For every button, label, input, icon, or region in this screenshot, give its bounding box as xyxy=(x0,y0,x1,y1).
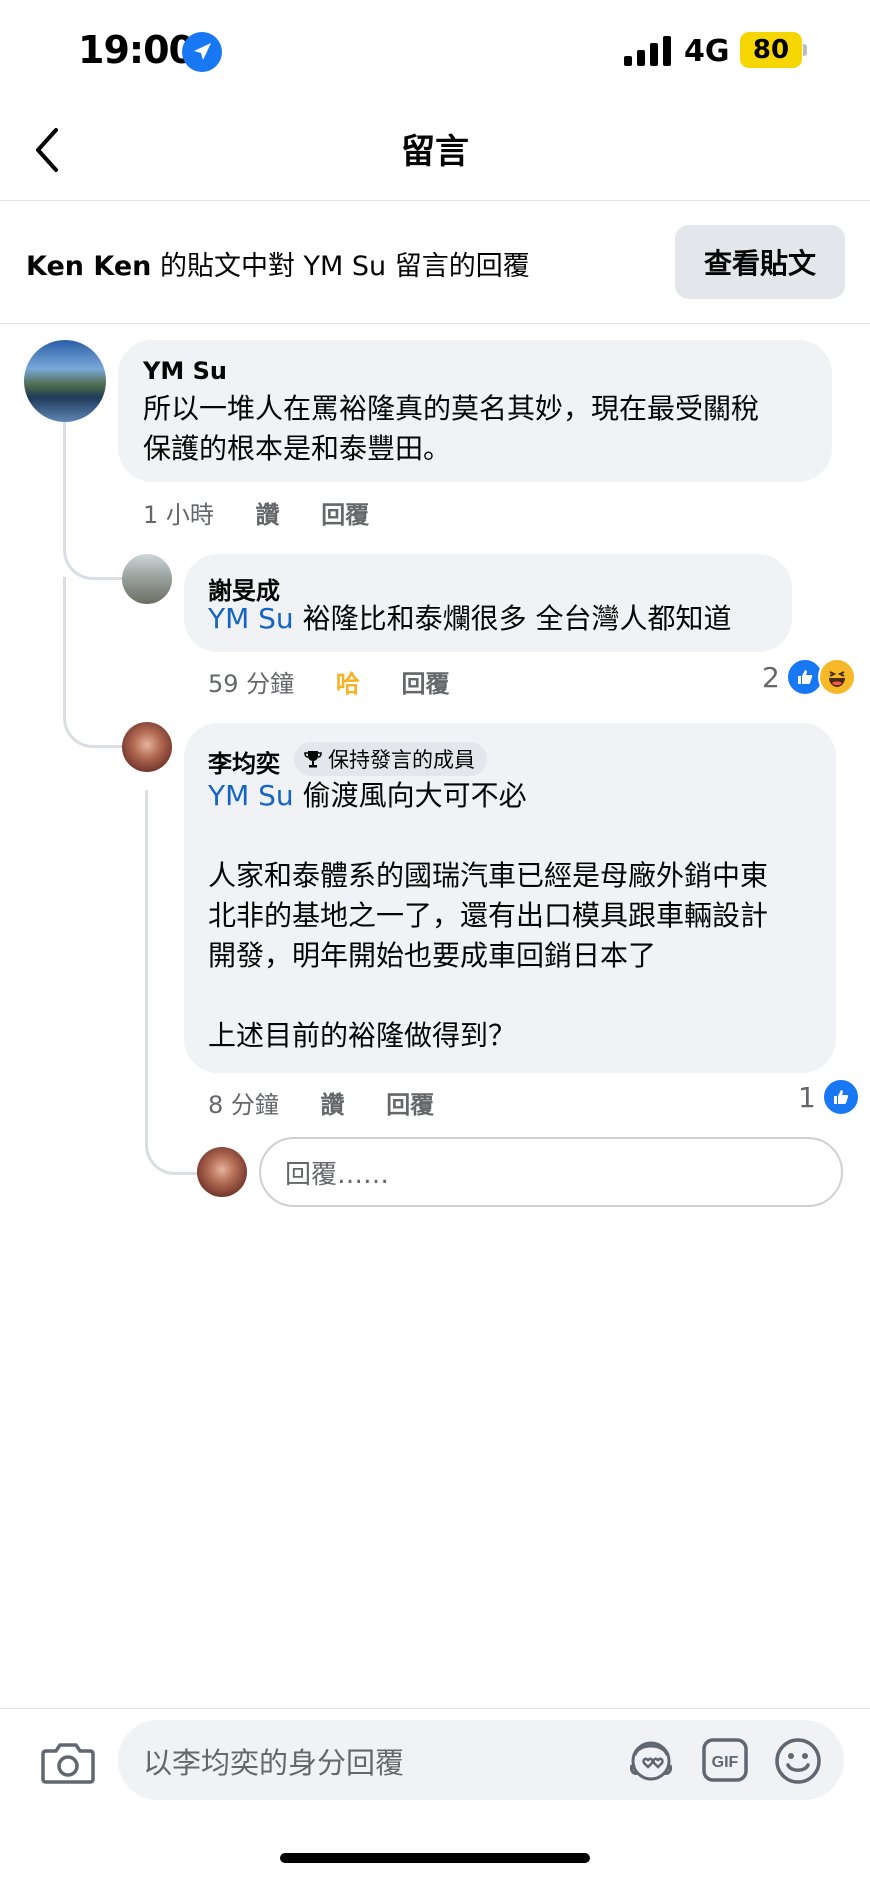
home-indicator xyxy=(280,1853,590,1863)
current-user-avatar xyxy=(197,1147,247,1197)
battery-indicator: 80 xyxy=(740,32,802,68)
context-connector-1: 的貼文中對 xyxy=(151,251,304,282)
like-button[interactable]: 讚 xyxy=(256,501,280,529)
reply-button[interactable]: 回覆 xyxy=(321,501,369,529)
comment-author[interactable]: 李均奕 xyxy=(208,744,280,779)
location-arrow-icon xyxy=(182,32,222,72)
reply-input[interactable]: 回覆…… xyxy=(259,1137,843,1207)
mention-link[interactable]: YM Su xyxy=(208,779,294,812)
haha-reaction-button[interactable]: 哈 xyxy=(336,670,360,698)
comment-actions: 1 小時 讚 回覆 xyxy=(143,495,403,530)
comment-actions: 59 分鐘 哈 回覆 xyxy=(208,664,483,699)
reaction-summary[interactable]: 1 xyxy=(798,1078,860,1116)
reaction-count: 1 xyxy=(798,1080,816,1114)
avatar[interactable] xyxy=(24,340,106,422)
status-time: 19:00 xyxy=(78,28,195,72)
comment-text: YM Su 裕隆比和泰爛很多 全台灣人都知道 xyxy=(208,599,783,639)
comment-time: 1 小時 xyxy=(143,501,214,529)
reaction-summary[interactable]: 2 xyxy=(762,658,856,696)
battery-tip xyxy=(803,44,807,56)
haha-icon xyxy=(817,658,856,696)
post-context-text: Ken Ken 的貼文中對 YM Su 留言的回覆 xyxy=(26,244,530,283)
context-connector-2: 留言的回覆 xyxy=(386,251,530,282)
comment-author[interactable]: YM Su xyxy=(143,357,227,385)
thread-connector xyxy=(63,422,126,580)
reaction-count: 2 xyxy=(762,660,780,694)
page-title: 留言 xyxy=(401,132,469,172)
comment-actions: 8 分鐘 讚 回覆 xyxy=(208,1085,468,1120)
context-commenter-name: YM Su xyxy=(303,251,387,282)
header-divider xyxy=(0,200,870,201)
composer-placeholder: 以李均奕的身分回覆 xyxy=(143,1746,405,1780)
reply-button[interactable]: 回覆 xyxy=(401,670,449,698)
avatar[interactable] xyxy=(122,722,172,772)
camera-icon[interactable] xyxy=(40,1737,96,1787)
thread-connector xyxy=(63,577,126,748)
like-button[interactable]: 讚 xyxy=(321,1091,345,1119)
avatar[interactable] xyxy=(122,554,172,604)
view-post-button[interactable]: 查看貼文 xyxy=(675,225,845,299)
gif-icon[interactable]: GIF xyxy=(701,1737,749,1783)
network-type: 4G xyxy=(684,34,730,69)
page-owner-name: Ken Ken xyxy=(26,251,152,282)
emoji-icon[interactable] xyxy=(773,1736,823,1786)
svg-text:GIF: GIF xyxy=(712,1754,739,1771)
comment-time: 59 分鐘 xyxy=(208,670,295,698)
mention-link[interactable]: YM Su xyxy=(208,602,294,635)
member-badge-label: 保持發言的成員 xyxy=(328,748,475,772)
comment-text-body: 裕隆比和泰爛很多 全台灣人都知道 xyxy=(293,602,732,635)
reply-button[interactable]: 回覆 xyxy=(386,1091,434,1119)
comment-text: YM Su 偷渡風向大可不必 人家和泰體系的國瑞汽車已經是母廠外銷中東 北非的基… xyxy=(208,776,823,1056)
trophy-icon xyxy=(304,751,322,768)
avatar-sticker-icon[interactable] xyxy=(626,1735,676,1785)
comment-time: 8 分鐘 xyxy=(208,1091,279,1119)
member-badge[interactable]: 保持發言的成員 xyxy=(294,742,487,776)
comment-text: 所以一堆人在罵裕隆真的莫名其妙，現在最受關稅 保護的根本是和泰豐田。 xyxy=(143,392,760,465)
like-icon xyxy=(821,1078,860,1116)
comment-text-body: 偷渡風向大可不必 人家和泰體系的國瑞汽車已經是母廠外銷中東 北非的基地之一了，還… xyxy=(208,779,769,1052)
signal-icon xyxy=(624,36,671,66)
context-divider xyxy=(0,323,870,324)
